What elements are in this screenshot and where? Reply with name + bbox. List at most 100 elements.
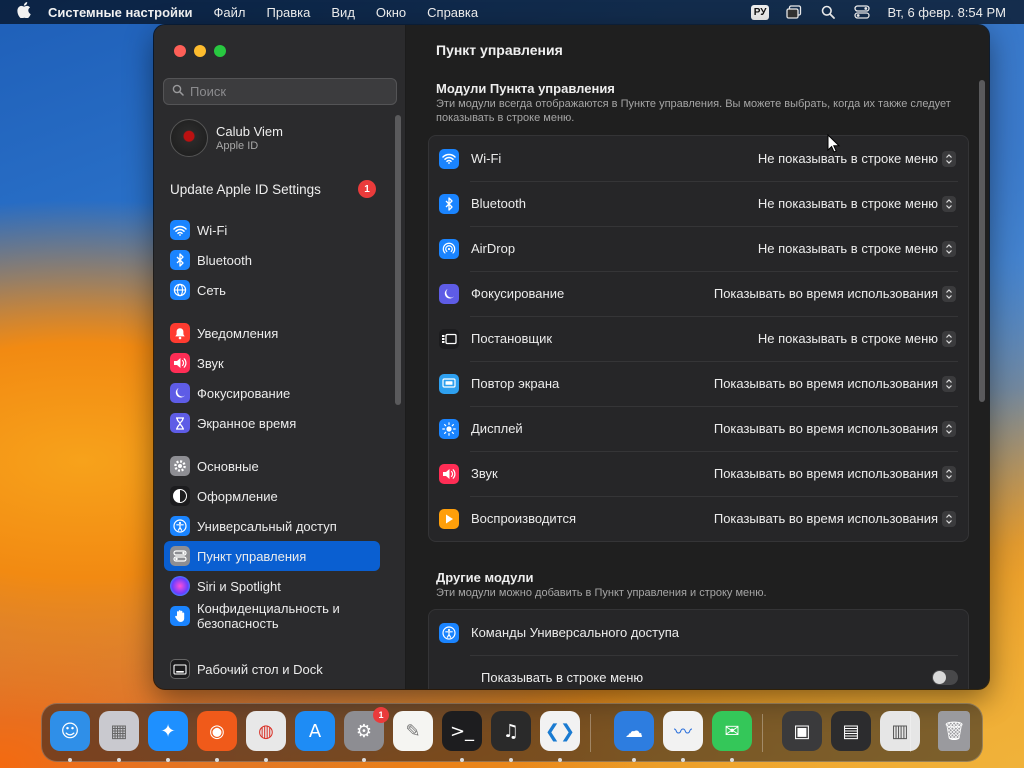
content-scrollbar[interactable] — [979, 80, 985, 402]
module-row-accessibility-shortcuts: Команды Универсального доступа — [429, 610, 968, 655]
stage-manager-icon — [439, 328, 459, 349]
desktop-dock-icon — [170, 659, 190, 679]
textedit-icon[interactable]: ✎ — [393, 711, 433, 751]
apple-menu-icon[interactable] — [0, 2, 48, 22]
other-modules-section-title: Другие модули — [436, 570, 534, 585]
speaker-icon — [170, 353, 190, 373]
sidebar-item-notifications[interactable]: Уведомления — [164, 318, 380, 348]
app-menu[interactable]: Системные настройки — [48, 5, 193, 20]
finder-icon[interactable]: ☺ — [50, 711, 90, 751]
input-source-indicator[interactable]: РУ — [750, 4, 770, 20]
app-store-icon[interactable]: A — [295, 711, 335, 751]
show-in-menubar-toggle[interactable] — [932, 670, 958, 685]
apple-id-account[interactable]: Calub Viem Apple ID — [170, 119, 283, 157]
module-row-now-playing: Воспроизводится Показывать во время испо… — [429, 496, 968, 541]
close-window-button[interactable] — [174, 45, 186, 57]
terminal-icon[interactable]: >_ — [442, 711, 482, 751]
sidebar-item-label: Bluetooth — [197, 252, 252, 268]
sidebar-scrollbar[interactable] — [395, 115, 401, 405]
control-center-menubar-icon[interactable] — [853, 4, 871, 20]
minimize-window-button[interactable] — [194, 45, 206, 57]
chevron-up-down-icon — [942, 465, 956, 482]
running-app-indicator — [730, 758, 734, 762]
menu-bar: Системные настройки Файл Правка Вид Окно… — [0, 0, 1024, 24]
search-field[interactable] — [163, 78, 397, 105]
garageband-icon[interactable]: ♫ — [491, 711, 531, 751]
search-icon — [172, 83, 184, 101]
control-center-pane: Пункт управления Модули Пункта управлени… — [406, 25, 989, 689]
wifi-menubar-visibility-popup[interactable]: Не показывать в строке меню — [758, 150, 956, 167]
sidebar-item-screen-time[interactable]: Экранное время — [164, 408, 380, 438]
chrome-icon[interactable]: ◍ — [246, 711, 286, 751]
sound-menubar-visibility-popup[interactable]: Показывать во время использования — [714, 465, 956, 482]
screen-mirroring-menubar-visibility-popup[interactable]: Показывать во время использования — [714, 375, 956, 392]
popup-value: Показывать во время использования — [713, 421, 938, 436]
display-menubar-visibility-popup[interactable]: Показывать во время использования — [713, 420, 956, 437]
now-playing-menubar-visibility-popup[interactable]: Показывать во время использования — [714, 510, 956, 527]
settings-update-badge: 1 — [373, 707, 389, 723]
running-app-indicator — [117, 758, 121, 762]
sidebar-item-network[interactable]: Сеть — [164, 275, 380, 305]
sidebar-item-label: Wi-Fi — [197, 222, 228, 238]
spotlight-search-icon[interactable] — [819, 4, 837, 20]
zoom-window-button[interactable] — [214, 45, 226, 57]
safari-icon[interactable]: ✦ — [148, 711, 188, 751]
sidebar-item-privacy-security[interactable]: Конфиденциальность и безопасность — [164, 596, 380, 636]
sidebar-item-label: Сеть — [197, 282, 226, 298]
sidebar-item-label: Пункт управления — [197, 548, 307, 564]
play-icon — [439, 508, 459, 529]
launchpad-icon[interactable]: ▦ — [99, 711, 139, 751]
sidebar-item-control-center[interactable]: Пункт управления — [164, 541, 380, 571]
messages-icon[interactable]: ✉ — [712, 711, 752, 751]
focus-menubar-visibility-popup[interactable]: Показывать во время использования — [714, 285, 956, 302]
file-menu[interactable]: Файл — [214, 5, 246, 20]
window-thumbnail-1-icon[interactable]: ▣ — [782, 711, 822, 751]
edit-menu[interactable]: Правка — [266, 5, 310, 20]
sidebar-item-focus[interactable]: Фокусирование — [164, 378, 380, 408]
moon-icon — [170, 383, 190, 403]
window-thumbnail-2-icon[interactable]: ▤ — [831, 711, 871, 751]
freeform-icon[interactable]: 〰 — [663, 711, 703, 751]
update-apple-id-settings[interactable]: Update Apple ID Settings 1 — [170, 180, 376, 198]
dock: ☺ ▦ ✦ ◉ ◍ A ⚙ ✎ >_ ♫ ❮❯ ☁ 〰 ✉ ▣ ▤ ▥ 🗑 1 — [41, 703, 983, 762]
sidebar-item-accessibility[interactable]: Универсальный доступ — [164, 511, 380, 541]
search-input[interactable] — [190, 84, 380, 99]
control-center-icon — [170, 546, 190, 566]
sidebar: Calub Viem Apple ID Update Apple ID Sett… — [154, 25, 406, 689]
popup-value: Не показывать в строке меню — [757, 241, 938, 256]
weather-icon[interactable]: ☁ — [614, 711, 654, 751]
running-app-indicator — [509, 758, 513, 762]
stage-manager-menubar-visibility-popup[interactable]: Не показывать в строке меню — [758, 330, 956, 347]
sidebar-item-general[interactable]: Основные — [164, 451, 380, 481]
module-label: Постановщик — [471, 331, 553, 346]
sidebar-item-sound[interactable]: Звук — [164, 348, 380, 378]
account-name: Calub Viem — [216, 124, 283, 139]
appearance-icon — [170, 486, 190, 506]
window-thumbnail-3-icon[interactable]: ▥ — [880, 711, 920, 751]
window-menu[interactable]: Окно — [376, 5, 406, 20]
avatar — [170, 119, 208, 157]
sidebar-item-label: Конфиденциальность и безопасность — [197, 601, 340, 631]
sidebar-item-desktop-dock[interactable]: Рабочий стол и Dock — [164, 654, 380, 684]
account-subtitle: Apple ID — [216, 140, 259, 152]
moon-icon — [439, 283, 459, 304]
sidebar-item-wifi[interactable]: Wi-Fi — [164, 215, 380, 245]
help-menu[interactable]: Справка — [427, 5, 478, 20]
stage-manager-menubar-icon[interactable] — [785, 4, 803, 20]
view-menu[interactable]: Вид — [331, 5, 355, 20]
menubar-clock[interactable]: Вт, 6 февр. 8:54 PM — [887, 5, 1006, 20]
airdrop-menubar-visibility-popup[interactable]: Не показывать в строке меню — [757, 240, 956, 257]
sidebar-item-label: Экранное время — [197, 415, 297, 431]
sidebar-item-bluetooth[interactable]: Bluetooth — [164, 245, 380, 275]
sidebar-item-label: Уведомления — [197, 325, 279, 341]
module-label: Bluetooth — [471, 196, 526, 211]
bluetooth-menubar-visibility-popup[interactable]: Не показывать в строке меню — [758, 195, 956, 212]
sun-icon — [439, 418, 459, 439]
sidebar-item-label: Рабочий стол и Dock — [197, 661, 323, 677]
module-label: Звук — [471, 466, 498, 481]
firefox-icon[interactable]: ◉ — [197, 711, 237, 751]
trash-icon[interactable]: 🗑 — [938, 711, 970, 751]
vscode-icon[interactable]: ❮❯ — [540, 711, 580, 751]
chevron-up-down-icon — [942, 285, 956, 302]
sidebar-item-appearance[interactable]: Оформление — [164, 481, 380, 511]
